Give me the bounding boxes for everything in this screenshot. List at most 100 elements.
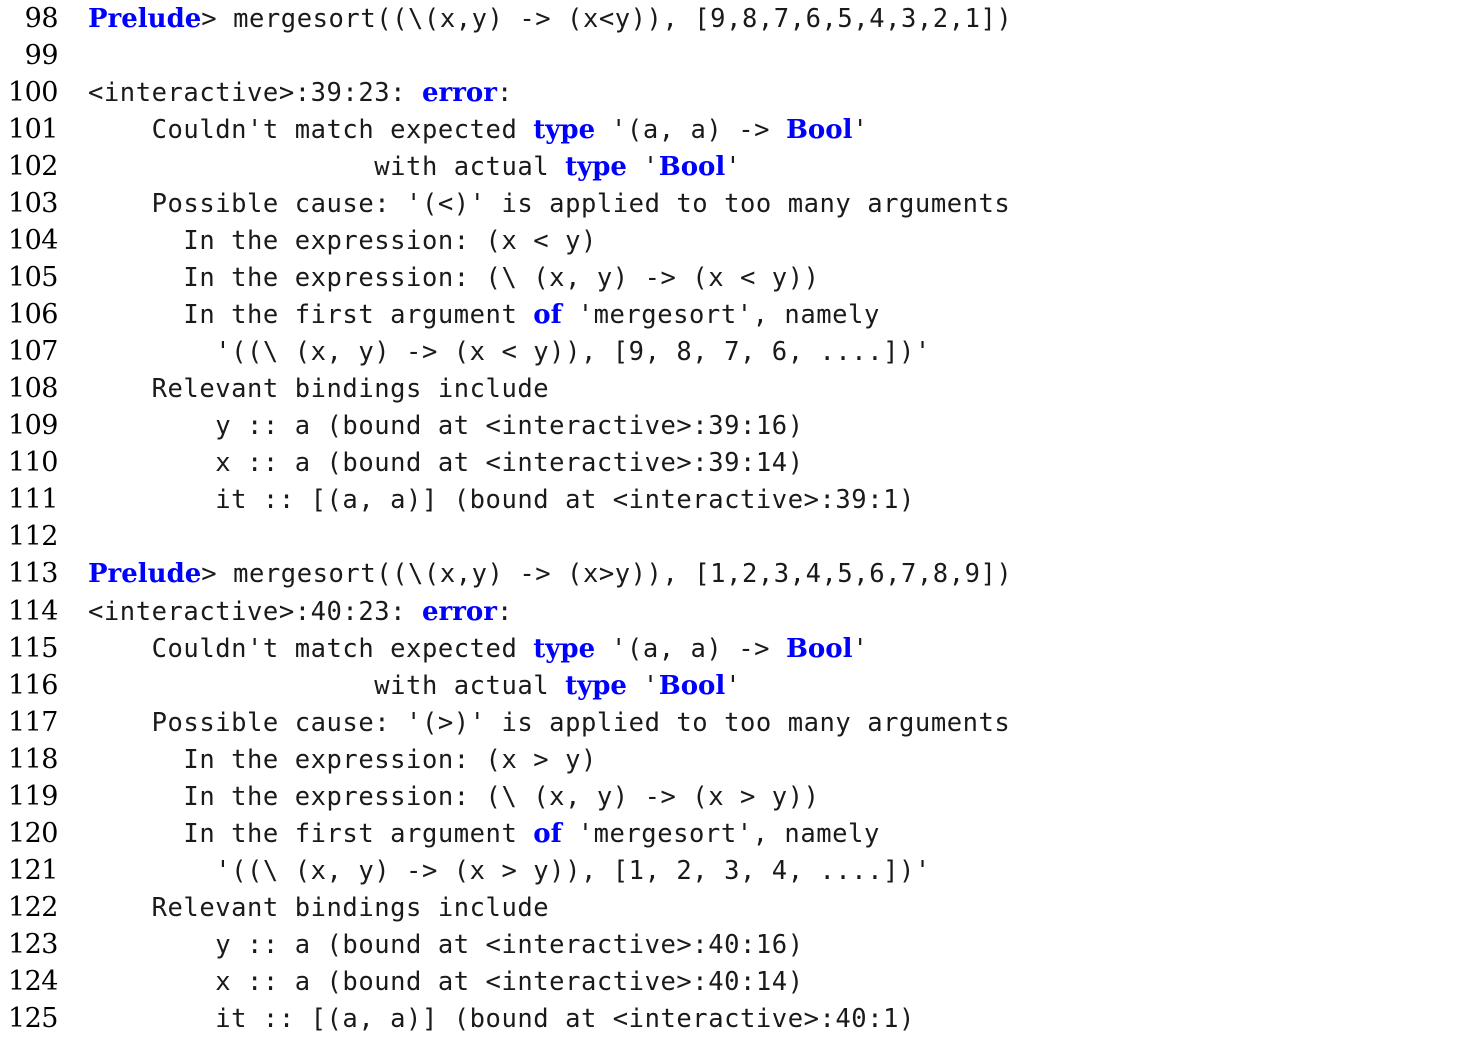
code-token: ' <box>852 115 869 146</box>
code-line: 117 Possible cause: '(>)' is applied to … <box>0 704 1470 741</box>
line-content: In the expression: (\ (x, y) -> (x < y)) <box>58 260 820 297</box>
line-number: 104 <box>7 225 59 257</box>
code-token: : <box>496 78 513 109</box>
line-number: 103 <box>7 188 59 220</box>
line-number: 117 <box>7 706 59 738</box>
keyword-token: Prelude <box>88 559 202 590</box>
code-token: In the expression: (\ (x, y) -> (x > y)) <box>88 781 820 812</box>
code-token: Possible cause: '(>)' is applied to too … <box>88 707 1011 738</box>
code-line: 125 it :: [(a, a)] (bound at <interactiv… <box>0 1000 1470 1037</box>
line-content: '((\ (x, y) -> (x < y)), [9, 8, 7, 6, ..… <box>58 334 931 371</box>
code-token: In the expression: (x < y) <box>88 226 597 257</box>
code-token: Relevant bindings include <box>88 892 550 923</box>
code-line: 109 y :: a (bound at <interactive>:39:16… <box>0 407 1470 444</box>
line-number: 113 <box>7 558 59 590</box>
code-token: Possible cause: '(<)' is applied to too … <box>88 189 1011 220</box>
line-number: 105 <box>7 262 59 294</box>
code-token: it :: [(a, a)] (bound at <interactive>:4… <box>88 1003 915 1034</box>
code-line: 120 In the first argument of 'mergesort'… <box>0 815 1470 852</box>
code-line: 116 with actual type 'Bool' <box>0 667 1470 704</box>
code-token: 'mergesort', namely <box>561 300 880 331</box>
line-number: 118 <box>7 743 59 775</box>
code-line: 106 In the first argument of 'mergesort'… <box>0 296 1470 333</box>
code-line: 100 <interactive>:39:23: error: <box>0 74 1470 111</box>
code-line: 99 <box>0 37 1470 74</box>
keyword-token: error <box>421 596 497 627</box>
line-content: it :: [(a, a)] (bound at <interactive>:3… <box>58 482 915 519</box>
code-line: 107 '((\ (x, y) -> (x < y)), [9, 8, 7, 6… <box>0 333 1470 370</box>
line-number: 124 <box>7 965 59 997</box>
line-content: x :: a (bound at <interactive>:40:14) <box>58 964 804 1001</box>
line-content: Possible cause: '(<)' is applied to too … <box>58 186 1010 223</box>
line-content: y :: a (bound at <interactive>:39:16) <box>58 408 804 445</box>
line-content: In the expression: (x > y) <box>58 742 597 779</box>
line-content: x :: a (bound at <interactive>:39:14) <box>58 445 804 482</box>
line-content: Possible cause: '(>)' is applied to too … <box>58 705 1010 742</box>
keyword-token: type <box>533 115 596 146</box>
line-number: 120 <box>7 817 59 849</box>
code-token: with actual <box>88 670 566 701</box>
code-line: 102 with actual type 'Bool' <box>0 148 1470 185</box>
code-token: '((\ (x, y) -> (x > y)), [1, 2, 3, 4, ..… <box>88 855 931 886</box>
line-number: 115 <box>7 632 59 664</box>
line-number: 106 <box>7 299 59 331</box>
keyword-token: type <box>565 152 627 183</box>
line-number: 101 <box>7 114 59 146</box>
line-number: 108 <box>7 373 59 405</box>
line-number: 125 <box>7 1002 59 1034</box>
code-token: Relevant bindings include <box>88 374 550 405</box>
line-content: Relevant bindings include <box>58 890 549 927</box>
code-line: 110 x :: a (bound at <interactive>:39:14… <box>0 444 1470 481</box>
code-line: 115 Couldn't match expected type '(a, a)… <box>0 630 1470 667</box>
code-line: 108 Relevant bindings include <box>0 370 1470 407</box>
line-number: 100 <box>7 77 59 109</box>
code-token: '(a, a) -> <box>595 115 786 146</box>
code-token: Couldn't match expected <box>88 633 534 664</box>
code-token: x :: a (bound at <interactive>:39:14) <box>88 448 804 479</box>
line-content: In the expression: (\ (x, y) -> (x > y)) <box>58 779 820 816</box>
line-number: 111 <box>7 484 59 516</box>
line-content: Prelude> mergesort((\(x,y) -> (x<y)), [9… <box>58 1 1012 38</box>
code-token: ' <box>852 633 869 664</box>
code-line: 121 '((\ (x, y) -> (x > y)), [1, 2, 3, 4… <box>0 852 1470 889</box>
line-content: Couldn't match expected type '(a, a) -> … <box>58 631 868 668</box>
line-number: 122 <box>7 891 59 923</box>
line-content: <interactive>:39:23: error: <box>58 75 513 112</box>
code-token: it :: [(a, a)] (bound at <interactive>:3… <box>88 485 915 516</box>
code-line: 114 <interactive>:40:23: error: <box>0 593 1470 630</box>
line-number: 119 <box>7 780 59 812</box>
code-token: y :: a (bound at <interactive>:40:16) <box>88 929 804 960</box>
code-token: ' <box>626 670 659 701</box>
line-number: 121 <box>7 854 59 886</box>
code-line: 123 y :: a (bound at <interactive>:40:16… <box>0 926 1470 963</box>
code-token: <interactive>:39:23: <box>88 78 422 109</box>
code-token: In the expression: (x > y) <box>88 744 597 775</box>
code-token: ' <box>725 152 742 183</box>
line-number: 107 <box>7 336 59 368</box>
code-token: In the first argument <box>88 818 534 849</box>
line-content: it :: [(a, a)] (bound at <interactive>:4… <box>58 1001 915 1038</box>
keyword-token: of <box>533 300 562 331</box>
code-line: 119 In the expression: (\ (x, y) -> (x >… <box>0 778 1470 815</box>
line-content: Couldn't match expected type '(a, a) -> … <box>58 112 868 149</box>
line-number: 98 <box>24 3 59 34</box>
keyword-token: error <box>421 78 497 109</box>
code-token: : <box>496 596 513 627</box>
line-content: Relevant bindings include <box>58 371 549 408</box>
code-token: ' <box>725 670 742 701</box>
code-token: ' <box>626 152 659 183</box>
code-line: 122 Relevant bindings include <box>0 889 1470 926</box>
code-token: y :: a (bound at <interactive>:39:16) <box>88 411 804 442</box>
keyword-token: Bool <box>785 115 853 146</box>
line-content: <interactive>:40:23: error: <box>58 594 513 631</box>
line-number: 109 <box>7 410 59 442</box>
code-line: 101 Couldn't match expected type '(a, a)… <box>0 111 1470 148</box>
code-token: > mergesort((\(x,y) -> (x<y)), [9,8,7,6,… <box>201 4 1013 34</box>
code-token: <interactive>:40:23: <box>88 596 422 627</box>
line-number: 99 <box>24 40 59 72</box>
code-line: 98 Prelude> mergesort((\(x,y) -> (x<y)), … <box>0 0 1470 37</box>
code-line: 111 it :: [(a, a)] (bound at <interactiv… <box>0 481 1470 518</box>
line-number: 123 <box>7 928 59 960</box>
code-line: 105 In the expression: (\ (x, y) -> (x <… <box>0 259 1470 296</box>
line-content: In the first argument of 'mergesort', na… <box>58 297 880 334</box>
